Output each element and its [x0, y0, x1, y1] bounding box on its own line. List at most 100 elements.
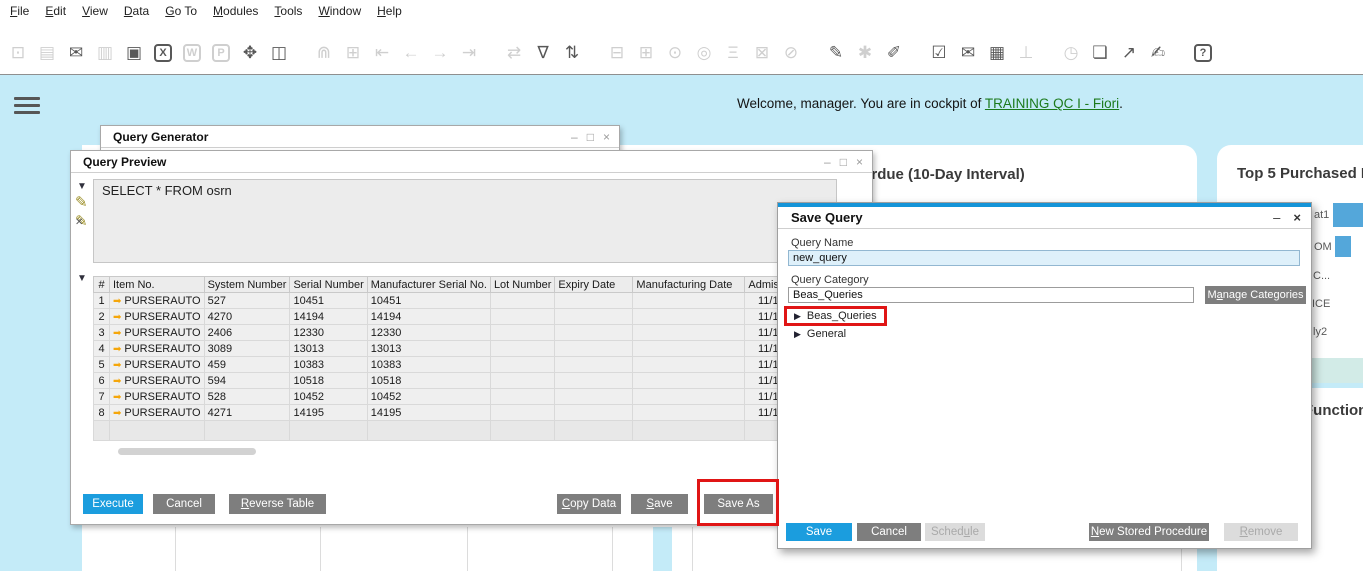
save-button[interactable]: Save — [631, 494, 688, 514]
minimize-icon[interactable]: – — [1273, 211, 1280, 224]
table-cell: 1 — [94, 293, 110, 309]
collapse-sql-icon[interactable]: ▼ — [77, 181, 87, 192]
table-cell — [555, 421, 633, 441]
table-cell: 10452 — [290, 389, 367, 405]
column-header[interactable]: Item No. — [110, 277, 205, 293]
link-arrow-icon[interactable]: ➡ — [113, 328, 121, 339]
window-controls: – □ × — [824, 156, 863, 168]
table-row[interactable]: 5➡PURSERAUTO459103831038311/11/13 — [94, 357, 803, 373]
link-arrow-icon[interactable]: ➡ — [113, 360, 121, 371]
close-icon[interactable]: × — [1293, 211, 1301, 224]
menu-window[interactable]: Window — [310, 4, 369, 18]
freeze-columns-icon[interactable]: ◫ — [267, 41, 291, 65]
save-as-button[interactable]: Save As — [704, 494, 773, 514]
filter-icon[interactable]: ∇ — [531, 41, 555, 65]
email-icon[interactable]: ✉ — [64, 41, 88, 65]
edit-icon[interactable]: ✎ — [824, 41, 848, 65]
welcome-prefix: Welcome, manager. You are in cockpit of — [737, 96, 985, 111]
menu-file[interactable]: File — [2, 4, 37, 18]
table-cell: 6 — [94, 373, 110, 389]
table-cell — [633, 357, 745, 373]
link-arrow-icon[interactable]: ➡ — [113, 312, 121, 323]
copy-data-button[interactable]: Copy Data — [557, 494, 621, 514]
sales-analysis-icon[interactable]: ↗ — [1117, 41, 1141, 65]
table-cell: 10518 — [290, 373, 367, 389]
link-arrow-icon[interactable]: ➡ — [113, 408, 121, 419]
table-row[interactable]: 8➡PURSERAUTO4271141951419511/11/13 — [94, 405, 803, 421]
minimize-icon[interactable]: – — [824, 156, 831, 168]
tree-item-general[interactable]: ▶General — [794, 328, 846, 340]
dialog-save-button[interactable]: Save — [786, 523, 852, 541]
copy-table-icon[interactable]: ▣ — [122, 41, 146, 65]
close-icon[interactable]: × — [603, 131, 610, 143]
report-designer-icon[interactable]: ✍ — [1146, 41, 1170, 65]
menu-help[interactable]: Help — [369, 4, 410, 18]
query-category-input[interactable] — [788, 287, 1194, 303]
top5-bar-label: ICE — [1312, 298, 1330, 310]
link-arrow-icon[interactable]: ➡ — [113, 392, 121, 403]
form-settings-icon: ✱ — [853, 41, 877, 65]
menu-view[interactable]: View — [74, 4, 116, 18]
menu-edit[interactable]: Edit — [37, 4, 74, 18]
execute-button[interactable]: Execute — [83, 494, 143, 514]
cancel-button[interactable]: Cancel — [153, 494, 215, 514]
move-icon[interactable]: ✥ — [238, 41, 262, 65]
new-stored-procedure-button[interactable]: New Stored Procedure — [1089, 523, 1209, 541]
table-cell: 10451 — [290, 293, 367, 309]
top5-bar — [1335, 236, 1351, 257]
table-cell: ➡PURSERAUTO — [110, 325, 205, 341]
help-icon[interactable]: ? — [1191, 41, 1215, 65]
table-row[interactable]: 3➡PURSERAUTO2406123301233011/11/13 — [94, 325, 803, 341]
bg-grid-line — [175, 527, 176, 571]
modules-icon[interactable]: ❏ — [1088, 41, 1112, 65]
calendar-icon[interactable]: ▦ — [985, 41, 1009, 65]
export-excel-icon[interactable]: X — [151, 41, 175, 65]
approved-forms-icon[interactable]: ☑ — [927, 41, 951, 65]
menu-data[interactable]: Data — [116, 4, 157, 18]
collapse-results-icon[interactable]: ▼ — [77, 273, 87, 284]
dialog-cancel-button[interactable]: Cancel — [857, 523, 921, 541]
clear-sql-icon[interactable]: ✎✕ — [75, 212, 88, 230]
table-cell: 10451 — [367, 293, 490, 309]
sql-query-input[interactable]: SELECT * FROM osrn — [93, 179, 837, 263]
expand-arrow-icon[interactable]: ▶ — [794, 311, 801, 322]
tree-item-beas-queries[interactable]: ▶Beas_Queries — [794, 310, 877, 322]
menu-go-to[interactable]: Go To — [157, 4, 205, 18]
table-row[interactable]: 4➡PURSERAUTO3089130131301311/11/13 — [94, 341, 803, 357]
column-header[interactable]: # — [94, 277, 110, 293]
maximize-icon[interactable]: □ — [840, 156, 847, 168]
horizontal-scrollbar[interactable] — [118, 448, 256, 455]
journal-entry-icon: ⊟ — [605, 41, 629, 65]
column-header[interactable]: Manufacturing Date — [633, 277, 745, 293]
column-header[interactable]: Lot Number — [490, 277, 554, 293]
maximize-icon[interactable]: □ — [587, 131, 594, 143]
table-row[interactable]: 1➡PURSERAUTO527104511045111/11/13 — [94, 293, 803, 309]
cockpit-link[interactable]: TRAINING QC I - Fiori — [985, 96, 1119, 111]
table-cell: 2406 — [204, 325, 290, 341]
menu-tools[interactable]: Tools — [266, 4, 310, 18]
sort-icon[interactable]: ⇅ — [560, 41, 584, 65]
link-arrow-icon[interactable]: ➡ — [113, 296, 121, 307]
table-row[interactable]: 2➡PURSERAUTO4270141941419411/11/13 — [94, 309, 803, 325]
column-header[interactable]: Expiry Date — [555, 277, 633, 293]
close-icon[interactable]: × — [856, 156, 863, 168]
column-header[interactable]: Manufacturer Serial No. — [367, 277, 490, 293]
document-settings-icon[interactable]: ✐ — [882, 41, 906, 65]
reverse-table-button[interactable]: Reverse Table — [229, 494, 326, 514]
link-arrow-icon[interactable]: ➡ — [113, 376, 121, 387]
table-row[interactable]: 6➡PURSERAUTO594105181051811/11/13 — [94, 373, 803, 389]
link-arrow-icon[interactable]: ➡ — [113, 344, 121, 355]
expand-arrow-icon[interactable]: ▶ — [794, 329, 801, 340]
schedule-button: Schedule — [925, 523, 985, 541]
column-header[interactable]: Serial Number — [290, 277, 367, 293]
manage-categories-button[interactable]: Manage Categories — [1205, 286, 1306, 304]
hamburger-menu-icon[interactable] — [14, 97, 40, 118]
minimize-icon[interactable]: – — [571, 131, 578, 143]
edit-sql-icon[interactable]: ✎ — [75, 193, 88, 211]
menu-modules[interactable]: Modules — [205, 4, 266, 18]
alert-message-icon[interactable]: ✉ — [956, 41, 980, 65]
query-name-input[interactable] — [788, 250, 1300, 266]
table-row[interactable]: 7➡PURSERAUTO528104521045211/11/13 — [94, 389, 803, 405]
table-cell — [490, 389, 554, 405]
column-header[interactable]: System Number — [204, 277, 290, 293]
